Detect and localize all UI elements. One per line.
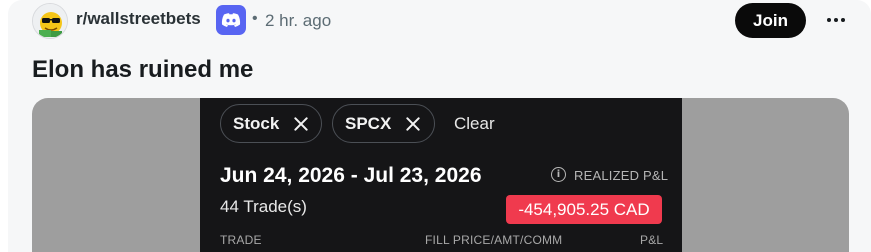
info-icon: i [551,167,566,182]
subreddit-name[interactable]: r/wallstreetbets [76,9,201,29]
close-icon [293,116,309,132]
filter-chip-spcx: SPCX [332,104,435,143]
clear-filters-link: Clear [454,114,495,133]
subreddit-avatar[interactable] [32,3,68,39]
join-button[interactable]: Join [735,3,806,38]
filter-chip-label: SPCX [345,113,392,133]
filter-chip-label: Stock [233,113,280,133]
trade-count: 44 Trade(s) [220,197,307,216]
post-title[interactable]: Elon has ruined me [32,56,253,84]
column-header-fill: FILL PRICE/AMT/COMM [425,233,563,247]
more-options-icon[interactable] [822,6,850,34]
filter-chip-stock: Stock [220,104,322,143]
column-header-pnl: P&L [640,233,664,247]
date-range: Jun 24, 2026 - Jul 23, 2026 [220,164,482,187]
column-header-trade: TRADE [220,233,262,247]
post-time: 2 hr. ago [265,11,332,30]
realized-pnl-label: REALIZED P&L [574,168,669,183]
discord-icon[interactable] [216,5,246,35]
realized-pnl-value: -454,905.25 CAD [506,195,662,224]
meta-separator: • [252,10,258,27]
close-icon [405,116,421,132]
